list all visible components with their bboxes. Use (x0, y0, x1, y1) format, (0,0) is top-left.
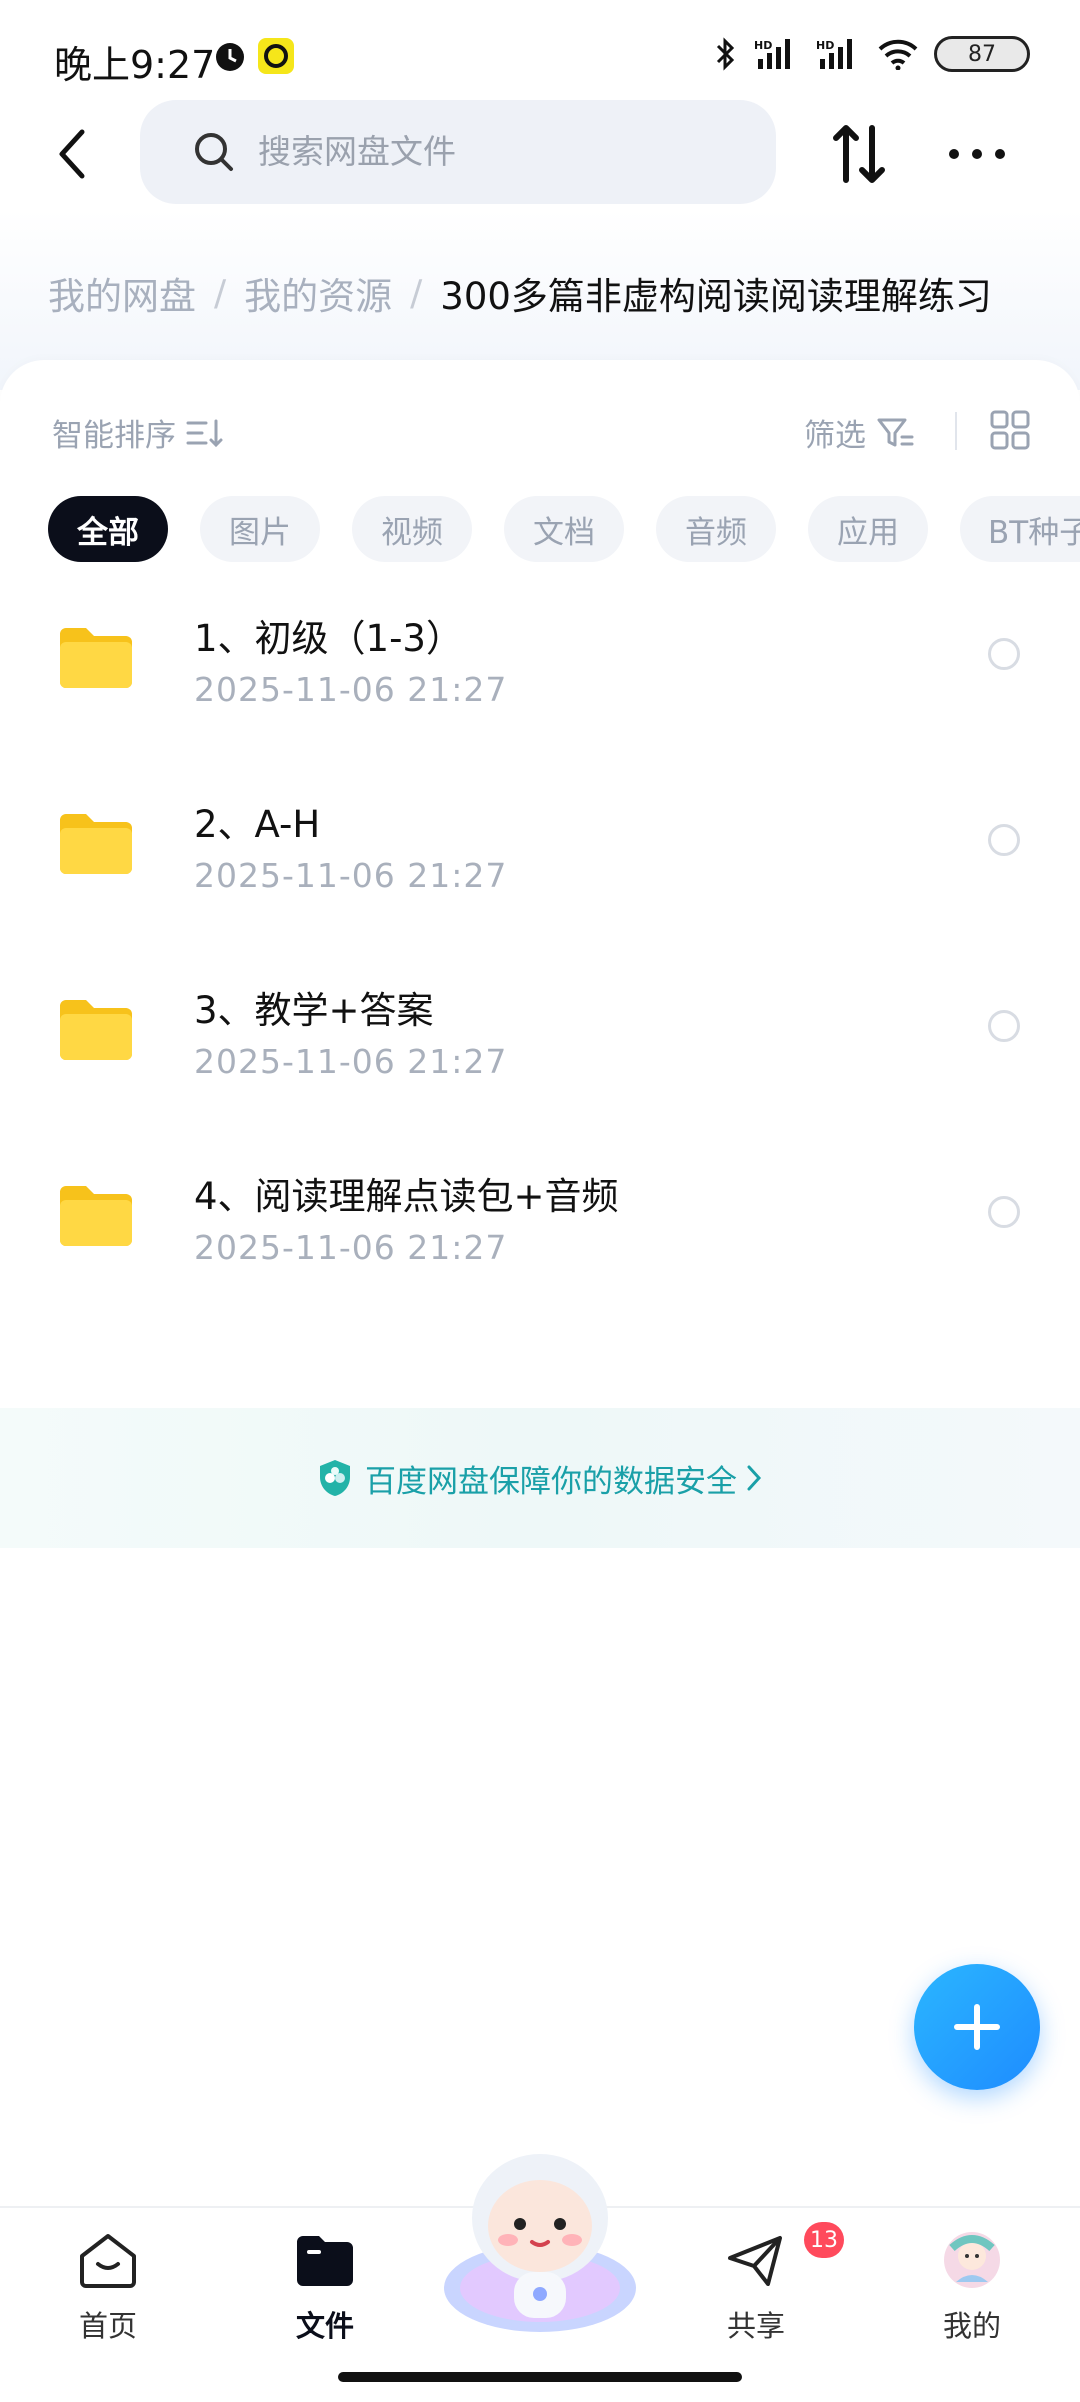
folder-icon (60, 1000, 132, 1060)
chip-audio[interactable]: 音频 (656, 496, 776, 562)
nav-share-label: 共享 (726, 2309, 785, 2343)
add-button[interactable] (914, 1964, 1040, 2090)
filter-icon (877, 418, 914, 446)
breadcrumb-current: 300多篇非虚构阅读阅读理解练习 (440, 275, 992, 318)
chip-apps[interactable]: 应用 (808, 496, 928, 562)
chip-documents[interactable]: 文档 (504, 496, 624, 562)
back-icon[interactable] (44, 124, 104, 184)
nav-home[interactable]: 首页 (38, 2230, 178, 2345)
folder-icon (60, 814, 132, 874)
chip-videos[interactable]: 视频 (352, 496, 472, 562)
wifi-icon (878, 39, 918, 70)
filter-button[interactable]: 筛选 (804, 410, 916, 455)
more-icon[interactable] (946, 130, 1008, 178)
nav-share[interactable]: 13 共享 (686, 2222, 844, 2345)
chip-images[interactable]: 图片 (200, 496, 320, 562)
file-name: 3、教学+答案 (194, 989, 434, 1032)
select-radio[interactable] (988, 1196, 1020, 1228)
file-row[interactable]: 3、教学+答案 2025-11-06 21:27 (0, 954, 1080, 1140)
svg-text:HD: HD (754, 39, 772, 52)
status-icons: HD HD 87 (714, 36, 1030, 72)
folder-icon (60, 1186, 132, 1246)
alarm-icon (216, 43, 244, 71)
nav-files[interactable]: 文件 (255, 2230, 395, 2345)
file-name: 4、阅读理解点读包+音频 (194, 1175, 619, 1218)
file-row[interactable]: 2、A-H 2025-11-06 21:27 (0, 768, 1080, 954)
status-time: 晚上9:27 (54, 43, 216, 87)
category-chips: 全部 图片 视频 文档 音频 应用 BT种子 (48, 496, 1080, 562)
nav-mine[interactable]: 我的 (902, 2230, 1042, 2345)
files-icon (297, 2236, 353, 2286)
breadcrumb-item-root[interactable]: 我的网盘 (48, 266, 196, 320)
nav-home-label: 首页 (78, 2309, 137, 2343)
breadcrumb-separator: / (410, 272, 423, 314)
top-bar (0, 96, 1080, 214)
sort-label: 智能排序 (52, 418, 176, 454)
select-radio[interactable] (988, 1010, 1020, 1042)
file-name: 1、初级（1-3） (194, 617, 463, 660)
nav-files-label: 文件 (295, 2309, 354, 2343)
filter-label: 筛选 (804, 418, 866, 454)
file-date: 2025-11-06 21:27 (194, 1228, 508, 1267)
mascot-icon (444, 2154, 636, 2332)
search-input[interactable] (256, 132, 740, 172)
app-notification-icon (258, 38, 294, 74)
search-icon (195, 133, 233, 171)
chevron-right-icon (747, 1465, 762, 1491)
file-name: 2、A-H (194, 803, 321, 846)
breadcrumb-item-resources[interactable]: 我的资源 (244, 266, 392, 320)
search-bar[interactable] (140, 100, 776, 204)
smart-sort-button[interactable]: 智能排序 (52, 410, 224, 455)
home-indicator (338, 2372, 742, 2382)
svg-text:HD: HD (816, 39, 834, 52)
breadcrumb: 我的网盘 / 我的资源 / 300多篇非虚构阅读阅读理解练习 (48, 266, 992, 320)
avatar (944, 2232, 1000, 2288)
chip-torrents[interactable]: BT种子 (960, 496, 1080, 562)
file-date: 2025-11-06 21:27 (194, 1042, 508, 1081)
banner-text: 百度网盘保障你的数据安全 (365, 1463, 737, 1500)
file-row[interactable]: 4、阅读理解点读包+音频 2025-11-06 21:27 (0, 1140, 1080, 1326)
chip-all[interactable]: 全部 (48, 496, 168, 562)
home-icon (80, 2234, 136, 2288)
data-safety-banner[interactable]: 百度网盘保障你的数据安全 (0, 1408, 1080, 1548)
send-icon (728, 2236, 782, 2286)
shield-icon (320, 1460, 350, 1496)
file-date: 2025-11-06 21:27 (194, 856, 508, 895)
status-bar: 晚上9:27 HD HD 87 (0, 0, 1080, 110)
folder-icon (60, 628, 132, 688)
grid-view-icon[interactable] (990, 410, 1030, 450)
transfer-sort-icon[interactable] (828, 120, 892, 188)
toolbar-divider (955, 412, 957, 450)
file-date: 2025-11-06 21:27 (194, 670, 508, 709)
sort-order-icon (186, 419, 223, 447)
file-row[interactable]: 1、初级（1-3） 2025-11-06 21:27 (0, 582, 1080, 768)
share-badge: 13 (804, 2222, 844, 2258)
signal-icon: HD (754, 39, 790, 69)
select-radio[interactable] (988, 638, 1020, 670)
battery-indicator: 87 (934, 36, 1030, 72)
plus-icon (954, 2004, 1000, 2050)
bluetooth-icon (716, 37, 735, 71)
breadcrumb-separator: / (214, 272, 227, 314)
assistant-mascot-button[interactable] (438, 2138, 642, 2348)
select-radio[interactable] (988, 824, 1020, 856)
nav-mine-label: 我的 (942, 2309, 1001, 2343)
signal-icon-2: HD (816, 39, 852, 69)
